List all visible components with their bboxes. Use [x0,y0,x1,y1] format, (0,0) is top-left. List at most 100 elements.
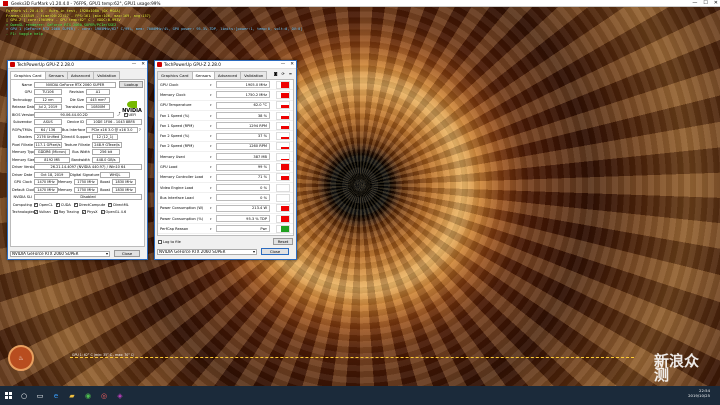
lookup-button[interactable]: Lookup [119,81,143,89]
release-field: Jul 2, 2019 [34,104,62,111]
sensor-name: PerfCap Reason [160,226,189,231]
label: Technologies [12,210,35,215]
label: Computing [12,202,32,207]
memory-clock-field: 1750 MHz [74,179,98,186]
minimize-icon[interactable]: — [692,0,697,6]
sensor-value: 38 % [216,112,270,120]
close-icon[interactable]: ✕ [290,62,294,67]
gpuz-card-titlebar: TechPowerUp GPU-Z 2.28.0 — ✕ [8,61,147,69]
vendor-name: NVIDIA [122,107,142,114]
file-explorer-icon[interactable]: ▰ [64,386,80,405]
gpuz-taskbar-icon[interactable]: ◉ [80,386,96,405]
close-icon[interactable]: ✕ [714,0,718,6]
temp-graph-line [70,357,634,358]
raytracing-label: Ray Tracing [58,210,79,215]
sensor-graph-bar [280,225,289,232]
tab-sensors[interactable]: Sensors [44,71,68,79]
refresh-icon[interactable]: ⟳ [279,71,286,79]
furmark-app-icon [3,0,8,6]
task-view-icon[interactable]: ▭ [32,386,48,405]
sensor-name: Bus Interface Load [160,195,194,200]
sensor-value: 62.0 °C [216,101,270,109]
sensor-name: Video Engine Load [160,185,194,190]
opencl-checkbox: ✓ [34,202,38,207]
sensor-name: Power Consumption (W) [160,206,204,211]
sensor-value: 1750.2 MHz [216,91,270,99]
close-icon[interactable]: ✕ [141,62,145,67]
search-icon[interactable]: ○ [16,386,32,405]
edge-icon[interactable]: e [48,386,64,405]
label: Technology [12,97,32,102]
windows-start-icon[interactable] [0,386,16,405]
sensor-graph [276,121,290,130]
watermark: 新浪众测 [654,352,700,384]
app-taskbar-icon[interactable]: ◈ [112,386,128,405]
tab-validation[interactable]: Validation [240,71,268,79]
rops-field: 64 / 136 [34,126,62,133]
label: Bandwidth [71,157,90,162]
tab-bar: Graphics Card Sensors Advanced Validatio… [155,69,296,79]
sensor-graph-bar [280,216,289,222]
sensor-name: Memory Controller Load [160,175,204,180]
sensor-graph [276,132,290,141]
sensor-value: 71 % [216,173,270,181]
question-icon[interactable]: ? [139,128,141,132]
sensor-name: Memory Used [160,154,185,159]
msi-kombustor-logo-icon: ♨ [8,345,34,371]
pixel-fillrate-field: 117.1 GPixel/s [34,141,62,148]
raytracing-checkbox: ✓ [53,209,58,215]
sensor-row: Fan 2 Speed (RPM) ▾ 1260 RPM [158,142,293,153]
label: DirectX Support [62,135,90,140]
camera-icon[interactable]: ◙ [272,71,280,79]
label: GPU Clock [13,180,32,185]
sensor-row: Fan 1 Speed (%) ▾ 38 % [158,111,293,122]
sensor-graph-bar [280,92,289,98]
name-field: NVIDIA GeForce RTX 2060 SUPER [34,81,117,88]
system-clock[interactable]: 22:54 2019/10/25 [688,388,710,398]
label: Device ID [67,120,84,125]
opencl-label: OpenCL [39,202,53,207]
furmark-taskbar-icon[interactable]: ◎ [96,386,112,405]
tab-advanced[interactable]: Advanced [213,71,242,79]
label: Driver Version [12,165,37,170]
gpuz-icon [10,62,15,67]
minimize-icon[interactable]: — [281,62,286,67]
tab-advanced[interactable]: Advanced [66,71,95,79]
tab-graphics-card[interactable]: Graphics Card [10,71,46,79]
label: Pixel Fillrate [12,142,33,147]
sensor-row: Power Consumption (%) ▾ 95.3 % TDP [158,214,293,225]
sensor-name: GPU Temperature [160,103,192,108]
label: Die Size [69,97,84,102]
label: NVIDIA SLI [13,195,32,200]
minimize-icon[interactable]: — [132,62,137,67]
sensor-row: Power Consumption (W) ▾ 213.4 W [158,204,293,214]
sensor-graph [276,214,290,223]
reset-button[interactable]: Reset [273,238,293,245]
taskbar: ○ ▭ e ▰ ◉ ◎ ◈ 22:54 2019/10/25 [0,386,720,405]
vulkan-label: Vulkan [39,210,51,215]
maximize-icon[interactable]: ☐ [703,0,707,6]
sensor-name: GPU Load [160,165,178,170]
sensor-value: 99 % [216,163,270,171]
furmark-title: Geeks3D FurMark v1.20.4.0 - 76FPS, GPU1 … [11,0,161,6]
menu-icon[interactable]: ≡ [287,71,294,79]
tab-graphics-card[interactable]: Graphics Card [157,71,193,79]
gpu-select[interactable]: NVIDIA GeForce RTX 2060 SUPER ▾ [10,250,110,257]
furmark-osd: FurMark v1.20.4.0 - Burn-in test, 1920x1… [6,9,302,37]
log-checkbox[interactable] [158,239,162,244]
tab-sensors[interactable]: Sensors [191,71,215,79]
transistors-field: 10800M [86,104,110,111]
cuda-label: CUDA [60,202,71,207]
sensor-row: GPU Clock ▾ 1905.0 MHz [158,80,293,91]
sensor-graph-bar [280,104,289,109]
opengl-checkbox: ✓ [100,209,105,215]
gpuz-sensors-titlebar: TechPowerUp GPU-Z 2.28.0 — ✕ [155,61,296,69]
directcompute-checkbox: ✓ [73,202,78,207]
opengl-label: OpenGL 4.6 [105,210,127,215]
sensor-row: Fan 2 Speed (%) ▾ 37 % [158,131,293,142]
gpu-select[interactable]: NVIDIA GeForce RTX 2060 SUPER ▾ [157,248,257,255]
tab-validation[interactable]: Validation [93,71,121,79]
close-button[interactable]: Close [114,250,140,257]
close-button[interactable]: Close [261,248,289,255]
chevron-down-icon: ▾ [252,249,255,254]
